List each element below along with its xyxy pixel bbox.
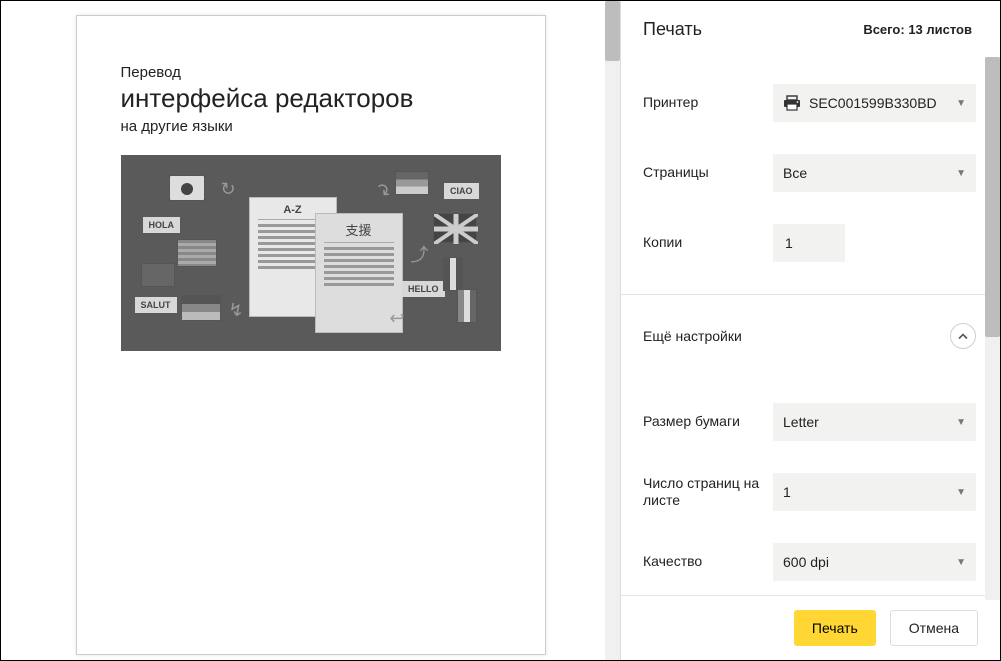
divider xyxy=(621,294,998,295)
doc-subtitle-1: Перевод xyxy=(121,64,501,81)
printer-select[interactable]: SEC001599B330BD ▼ xyxy=(773,84,976,122)
chevron-up-icon xyxy=(958,329,968,343)
pages-per-sheet-select[interactable]: 1 ▼ xyxy=(773,473,976,511)
pages-value: Все xyxy=(783,165,956,181)
printer-label: Принтер xyxy=(643,94,773,112)
cancel-button[interactable]: Отмена xyxy=(890,610,978,646)
printer-value: SEC001599B330BD xyxy=(809,95,956,111)
tag-ciao: CIAO xyxy=(444,183,479,199)
printer-icon xyxy=(783,95,801,111)
more-settings-toggle[interactable] xyxy=(950,323,976,349)
panel-scrollbar-thumb[interactable] xyxy=(985,57,1000,337)
preview-scrollbar[interactable] xyxy=(605,1,620,660)
quality-value: 600 dpi xyxy=(783,554,956,570)
print-preview-pane: Перевод интерфейса редакторов на другие … xyxy=(1,1,620,660)
doc-subtitle-2: на другие языки xyxy=(121,118,501,135)
panel-scrollbar[interactable] xyxy=(985,57,1000,600)
chevron-down-icon: ▼ xyxy=(956,557,966,568)
doc-title: интерфейса редакторов xyxy=(121,83,501,114)
print-button[interactable]: Печать xyxy=(794,610,876,646)
preview-page: Перевод интерфейса редакторов на другие … xyxy=(76,15,546,655)
quality-select[interactable]: 600 dpi ▼ xyxy=(773,543,976,581)
paper-size-select[interactable]: Letter ▼ xyxy=(773,403,976,441)
sheet-total: Всего: 13 листов xyxy=(863,22,972,37)
pages-label: Страницы xyxy=(643,164,773,182)
doc-hero-image: A-Z 支援 HOLA CIAO SALUT HELLO xyxy=(121,155,501,351)
chevron-down-icon: ▼ xyxy=(956,417,966,428)
chevron-down-icon: ▼ xyxy=(956,487,966,498)
tag-salut: SALUT xyxy=(135,297,177,313)
pages-per-sheet-value: 1 xyxy=(783,484,956,500)
paper-size-value: Letter xyxy=(783,414,956,430)
tag-hola: HOLA xyxy=(143,217,181,233)
preview-scrollbar-thumb[interactable] xyxy=(605,1,620,61)
chevron-down-icon: ▼ xyxy=(956,168,966,179)
print-settings-panel: Печать Всего: 13 листов Принтер SEC00159… xyxy=(620,1,1000,660)
tag-hello: HELLO xyxy=(402,281,445,297)
panel-title: Печать xyxy=(643,19,702,40)
paper-heading-cjk: 支援 xyxy=(324,220,394,243)
quality-label: Качество xyxy=(643,553,773,571)
copies-label: Копии xyxy=(643,234,773,252)
paper-size-label: Размер бумаги xyxy=(643,413,773,431)
more-settings-label: Ещё настройки xyxy=(643,328,742,344)
pages-select[interactable]: Все ▼ xyxy=(773,154,976,192)
copies-input[interactable] xyxy=(773,224,845,262)
pages-per-sheet-label: Число страниц на листе xyxy=(643,475,773,510)
chevron-down-icon: ▼ xyxy=(956,98,966,109)
